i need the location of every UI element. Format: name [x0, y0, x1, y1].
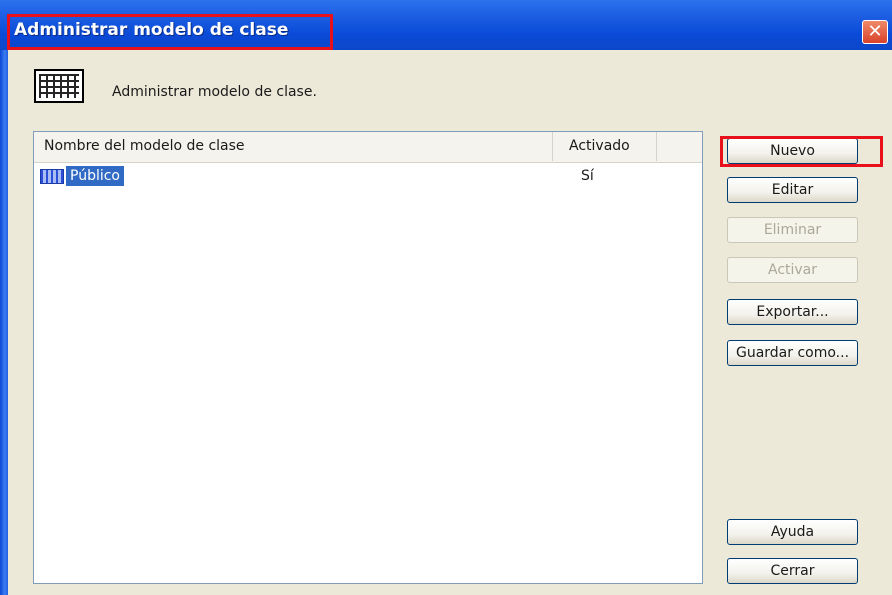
save-as-button[interactable]: Guardar como... [727, 340, 858, 366]
window-frame-left [0, 50, 8, 595]
dialog-description: Administrar modelo de clase. [112, 84, 317, 100]
list-item-activated: Sí [581, 168, 594, 184]
class-model-icon [40, 169, 64, 184]
help-button[interactable]: Ayuda [727, 519, 858, 545]
dialog-window: Administrar modelo de clase ✕ Administra… [0, 0, 892, 595]
column-header-name[interactable]: Nombre del modelo de clase [34, 132, 553, 161]
grid-table-icon [34, 69, 84, 103]
close-icon: ✕ [867, 21, 883, 42]
list-item[interactable]: Público Sí [40, 166, 700, 188]
title-highlight-box [7, 14, 333, 50]
activate-button[interactable]: Activar [727, 257, 858, 283]
class-model-list[interactable]: Nombre del modelo de clase Activado Públ… [33, 131, 703, 584]
list-item-name: Público [66, 166, 124, 186]
close-button[interactable]: ✕ [862, 20, 888, 44]
export-button[interactable]: Exportar... [727, 299, 858, 325]
close-dialog-button[interactable]: Cerrar [727, 558, 858, 584]
edit-button[interactable]: Editar [727, 177, 858, 203]
delete-button[interactable]: Eliminar [727, 217, 858, 243]
title-bar[interactable]: Administrar modelo de clase ✕ [0, 0, 892, 50]
list-header: Nombre del modelo de clase Activado [34, 132, 702, 163]
new-button-highlight-box [720, 136, 883, 167]
column-header-activated[interactable]: Activado [553, 132, 657, 161]
